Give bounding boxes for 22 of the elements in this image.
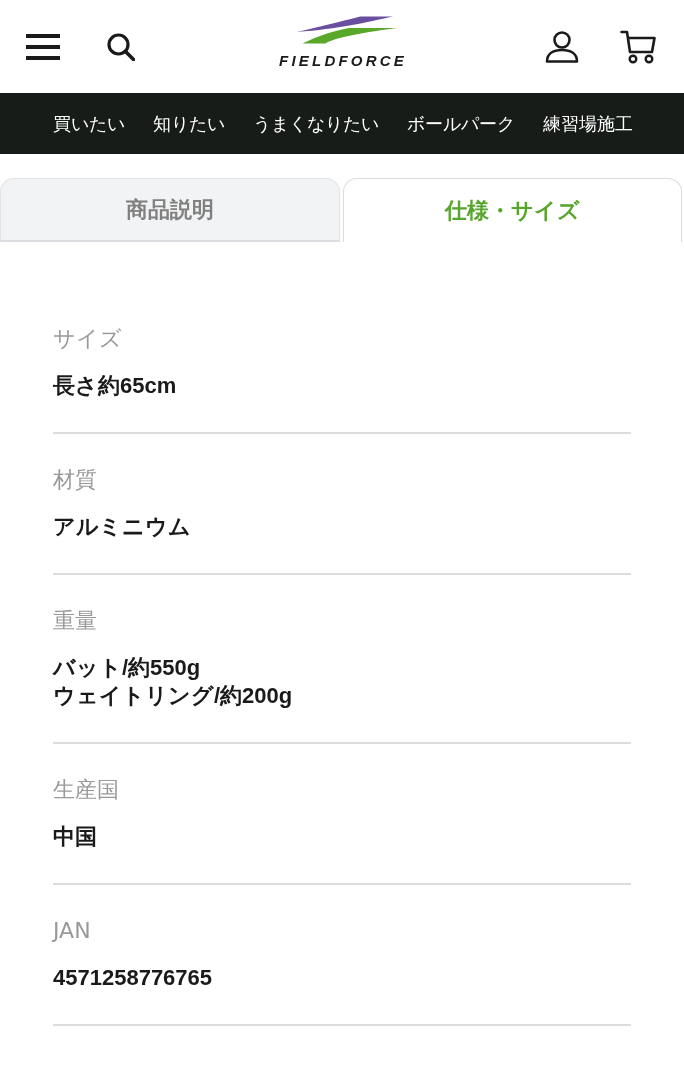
spec-value: 中国 <box>53 823 98 851</box>
spec-value: 4571258776765 <box>53 964 214 992</box>
nav-link[interactable]: 練習場施工 <box>543 111 633 136</box>
nav-link[interactable]: 買いたい <box>53 111 125 136</box>
spec-label: 重量 <box>53 607 98 635</box>
nav-link[interactable]: うまくなりたい <box>253 111 379 136</box>
search-icon[interactable] <box>107 32 135 61</box>
spec-label: サイズ <box>53 325 123 353</box>
user-icon[interactable] <box>545 30 579 63</box>
spec-value: アルミニウム <box>53 513 192 541</box>
nav-link[interactable]: ボールパーク <box>407 111 515 136</box>
spec-label: JAN <box>53 917 92 945</box>
spec-value: 長さ約65cm <box>53 372 178 400</box>
spec-value: バット/約550g <box>53 654 202 682</box>
spec-value: ウェイトリング/約200g <box>53 682 294 710</box>
spec-label: 生産国 <box>53 776 120 804</box>
cart-icon[interactable] <box>620 29 656 64</box>
tab[interactable]: 商品説明 <box>0 178 340 242</box>
menu-icon[interactable] <box>26 33 60 60</box>
nav-link[interactable]: 知りたい <box>153 111 225 136</box>
logo-text[interactable]: FIELDFORCE <box>279 52 407 70</box>
spec-label: 材質 <box>53 466 98 494</box>
